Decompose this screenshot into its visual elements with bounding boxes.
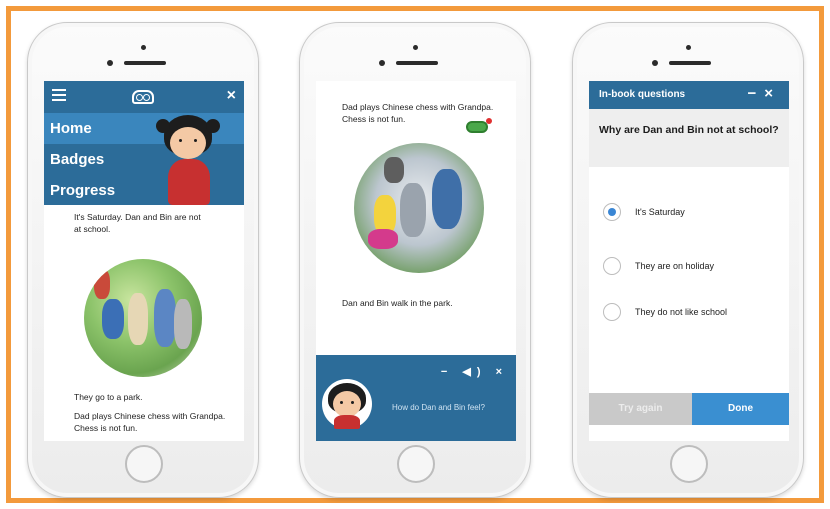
- camera: [141, 45, 146, 50]
- minimize-icon[interactable]: −: [747, 85, 764, 102]
- story-text-bottom: They go to a park. Dad plays Chinese che…: [74, 391, 225, 434]
- park-illustration: [84, 259, 202, 377]
- story-text-top: It's Saturday. Dan and Bin are not at sc…: [74, 211, 201, 235]
- close-icon[interactable]: ×: [764, 85, 781, 102]
- phone-quiz: In-book questions −× Why are Dan and Bin…: [572, 22, 804, 498]
- quiz-controls: −×: [747, 85, 781, 102]
- girl-avatar: [322, 379, 372, 435]
- sensor-dot: [379, 60, 385, 66]
- story-line: It's Saturday. Dan and Bin are not: [74, 212, 201, 222]
- story-line: Dan and Bin walk in the park.: [342, 298, 453, 308]
- camera: [686, 45, 691, 50]
- story-line: Chess is not fun.: [74, 423, 138, 433]
- story-text-bottom: Dan and Bin walk in the park.: [342, 297, 453, 309]
- answer-label: They do not like school: [635, 307, 728, 317]
- close-icon[interactable]: ×: [496, 366, 508, 378]
- close-icon[interactable]: ×: [227, 87, 236, 105]
- story-line: They go to a park.: [74, 392, 143, 402]
- home-button[interactable]: [125, 445, 163, 483]
- audio-toggle[interactable]: [466, 118, 492, 133]
- screen: In-book questions −× Why are Dan and Bin…: [589, 81, 789, 441]
- quiz-title: In-book questions: [599, 89, 686, 100]
- side-menu: × Home Badges Progress: [44, 81, 244, 205]
- audio-question-text: How do Dan and Bin feel?: [392, 403, 485, 412]
- book-logo-icon: [132, 90, 154, 104]
- earpiece-speaker: [669, 61, 711, 65]
- question-text: Why are Dan and Bin not at school?: [589, 109, 789, 167]
- earpiece-speaker: [396, 61, 438, 65]
- radio-button[interactable]: [603, 303, 621, 321]
- sensor-dot: [107, 60, 113, 66]
- screen: Dad plays Chinese chess with Grandpa. Ch…: [316, 81, 516, 441]
- home-button[interactable]: [670, 445, 708, 483]
- phone-menu: × Home Badges Progress It's Saturday. Da…: [27, 22, 259, 498]
- screen: × Home Badges Progress It's Saturday. Da…: [44, 81, 244, 441]
- phone-audio: Dad plays Chinese chess with Grandpa. Ch…: [299, 22, 531, 498]
- answer-label: It's Saturday: [635, 207, 685, 217]
- home-button[interactable]: [397, 445, 435, 483]
- menu-icon[interactable]: [52, 89, 66, 101]
- story-line: Dad plays Chinese chess with Grandpa.: [342, 102, 494, 112]
- speaker-icon[interactable]: ◀): [462, 366, 486, 378]
- girl-character-illustration: [156, 111, 226, 205]
- try-again-button[interactable]: Try again: [589, 393, 692, 425]
- audio-controls: − ◀) ×: [441, 365, 508, 378]
- audio-question-panel: − ◀) × How do Dan and Bin feel?: [316, 355, 516, 441]
- radio-button-selected[interactable]: [603, 203, 621, 221]
- story-line: Dad plays Chinese chess with Grandpa.: [74, 411, 226, 421]
- chess-illustration: [354, 143, 484, 273]
- done-button[interactable]: Done: [692, 393, 789, 425]
- quiz-header: In-book questions −×: [589, 81, 789, 109]
- radio-button[interactable]: [603, 257, 621, 275]
- sensor-dot: [652, 60, 658, 66]
- camera: [413, 45, 418, 50]
- story-line: at school.: [74, 224, 111, 234]
- answer-label: They are on holiday: [635, 261, 715, 271]
- minimize-icon[interactable]: −: [441, 366, 453, 378]
- menu-top-bar: ×: [44, 81, 244, 113]
- earpiece-speaker: [124, 61, 166, 65]
